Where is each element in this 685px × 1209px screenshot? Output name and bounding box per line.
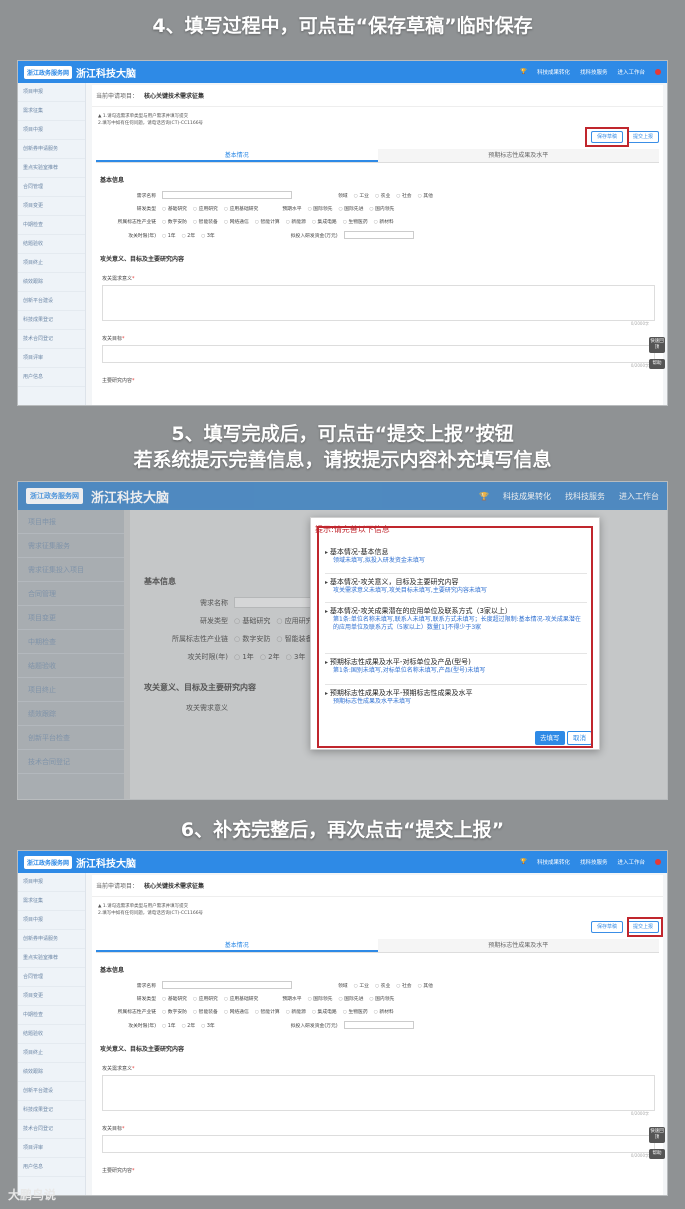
- main-content: 当前申请项目： 核心关键技术需求征集 ▲ 1.请勾选需求单类型与用户需求并填写提交…: [92, 85, 663, 405]
- highlight-modal: [317, 526, 593, 748]
- trophy-icon: 🏆: [479, 491, 489, 501]
- sidebar-item[interactable]: 项目中报: [18, 121, 85, 140]
- section-basic-title: 基本信息: [100, 177, 125, 184]
- top-navbar: 浙江政务服务网 浙江科技大脑 🏆 科技成果转化 找科技服务 进入工作台: [18, 851, 667, 873]
- top-link-1[interactable]: 科技成果转化: [537, 68, 570, 76]
- top-link-2[interactable]: 找科技服务: [580, 68, 608, 76]
- sidebar-item[interactable]: 项目申报: [18, 83, 85, 102]
- caption-step5-line2: 若系统提示完善信息，请按提示内容补充填写信息: [133, 449, 552, 471]
- notification-badge[interactable]: [655, 69, 661, 75]
- logo-badge: 浙江政务服务网: [24, 65, 73, 79]
- help-button[interactable]: 帮助: [649, 1149, 665, 1159]
- sidebar-item[interactable]: 项目评审: [18, 349, 85, 368]
- top-link-3[interactable]: 进入工作台: [617, 68, 645, 76]
- sidebar-item[interactable]: 合同管理: [18, 178, 85, 197]
- section-goal-title: 攻关意义、目标及主要研究内容: [100, 256, 185, 263]
- screenshot-panel-1: 浙江政务服务网 浙江科技大脑 🏆 科技成果转化 找科技服务 进入工作台 项目申报…: [17, 60, 668, 406]
- back-to-top-button[interactable]: 快速回顶: [649, 337, 665, 353]
- highlight-submit: [627, 917, 663, 937]
- top-navbar-zoomed: 浙江政务服务网 浙江科技大脑 🏆 科技成果转化 找科技服务 进入工作台: [18, 482, 667, 510]
- breadcrumb: 当前申请项目： 核心关键技术需求征集: [92, 85, 663, 107]
- invest-input[interactable]: [343, 231, 414, 239]
- sidebar-zoomed: 项目申报 需求征集服务 需求征集投入项目 合同管理 项目变更 中期检查 结题验收…: [18, 510, 124, 799]
- sidebar-item[interactable]: 项目终止: [18, 254, 85, 273]
- main-content: 当前申请项目： 核心关键技术需求征集 ▲ 1.请勾选需求单类型与用户需求并填写提交…: [92, 875, 663, 1195]
- name-input[interactable]: [162, 191, 292, 199]
- breadcrumb: 当前申请项目： 核心关键技术需求征集: [92, 875, 663, 897]
- screenshot-panel-3: 浙江政务服务网 浙江科技大脑 🏆 科技成果转化 找科技服务 进入工作台 项目申报…: [17, 850, 668, 1196]
- sidebar-item[interactable]: 创新券申请服务: [18, 140, 85, 159]
- tab-basic[interactable]: 基本情况: [96, 149, 378, 162]
- sidebar-item[interactable]: 中期检查: [18, 216, 85, 235]
- form-notes: ▲ 1.请勾选需求单类型与用户需求并填写提交 2.填写中如有任何问题，请电话咨询…: [98, 114, 204, 126]
- back-to-top-button[interactable]: 快速回顶: [649, 1127, 665, 1143]
- significance-textarea[interactable]: [102, 285, 655, 321]
- target-textarea[interactable]: [102, 345, 655, 363]
- trophy-icon: 🏆: [520, 69, 527, 75]
- save-draft-button[interactable]: 保存草稿: [590, 921, 623, 933]
- sidebar-item[interactable]: 需求征集: [18, 102, 85, 121]
- sidebar-item[interactable]: 科技成果登记: [18, 311, 85, 330]
- sidebar-item[interactable]: 重点实验室推荐: [18, 159, 85, 178]
- submit-button[interactable]: 提交上报: [626, 131, 659, 143]
- caption-step6: 6、补充完整后，再次点击“提交上报”: [180, 819, 505, 841]
- logo[interactable]: 浙江政务服务网 浙江科技大脑: [24, 65, 136, 80]
- sidebar-item[interactable]: 结题验收: [18, 235, 85, 254]
- sidebar-item[interactable]: 项目变更: [18, 197, 85, 216]
- notification-badge[interactable]: [655, 859, 661, 865]
- top-navbar: 浙江政务服务网 浙江科技大脑 🏆 科技成果转化 找科技服务 进入工作台: [18, 61, 667, 83]
- sidebar: 项目申报 需求征集 项目中报 创新券申请服务 重点实验室推荐 合同管理 项目变更…: [18, 873, 86, 1195]
- sidebar-item[interactable]: 技术合同登记: [18, 330, 85, 349]
- watermark: 大鹏鸟说: [8, 1188, 57, 1202]
- sidebar-item[interactable]: 创新平台建设: [18, 292, 85, 311]
- sidebar-item[interactable]: 绩效跟踪: [18, 273, 85, 292]
- brand-title: 浙江科技大脑: [76, 68, 137, 80]
- trophy-icon: 🏆: [520, 859, 527, 865]
- tab-expected[interactable]: 预期标志性成果及水平: [377, 149, 659, 162]
- caption-step4: 4、填写过程中，可点击“保存草稿”临时保存: [152, 15, 533, 37]
- sidebar-item[interactable]: 用户信息: [18, 368, 85, 387]
- sidebar: 项目申报 需求征集 项目中报 创新券申请服务 重点实验室推荐 合同管理 项目变更…: [18, 83, 86, 405]
- caption-step5-line1: 5、填写完成后，可点击“提交上报”按钮: [171, 423, 514, 445]
- help-button[interactable]: 帮助: [649, 359, 665, 369]
- highlight-save-draft: [585, 127, 629, 147]
